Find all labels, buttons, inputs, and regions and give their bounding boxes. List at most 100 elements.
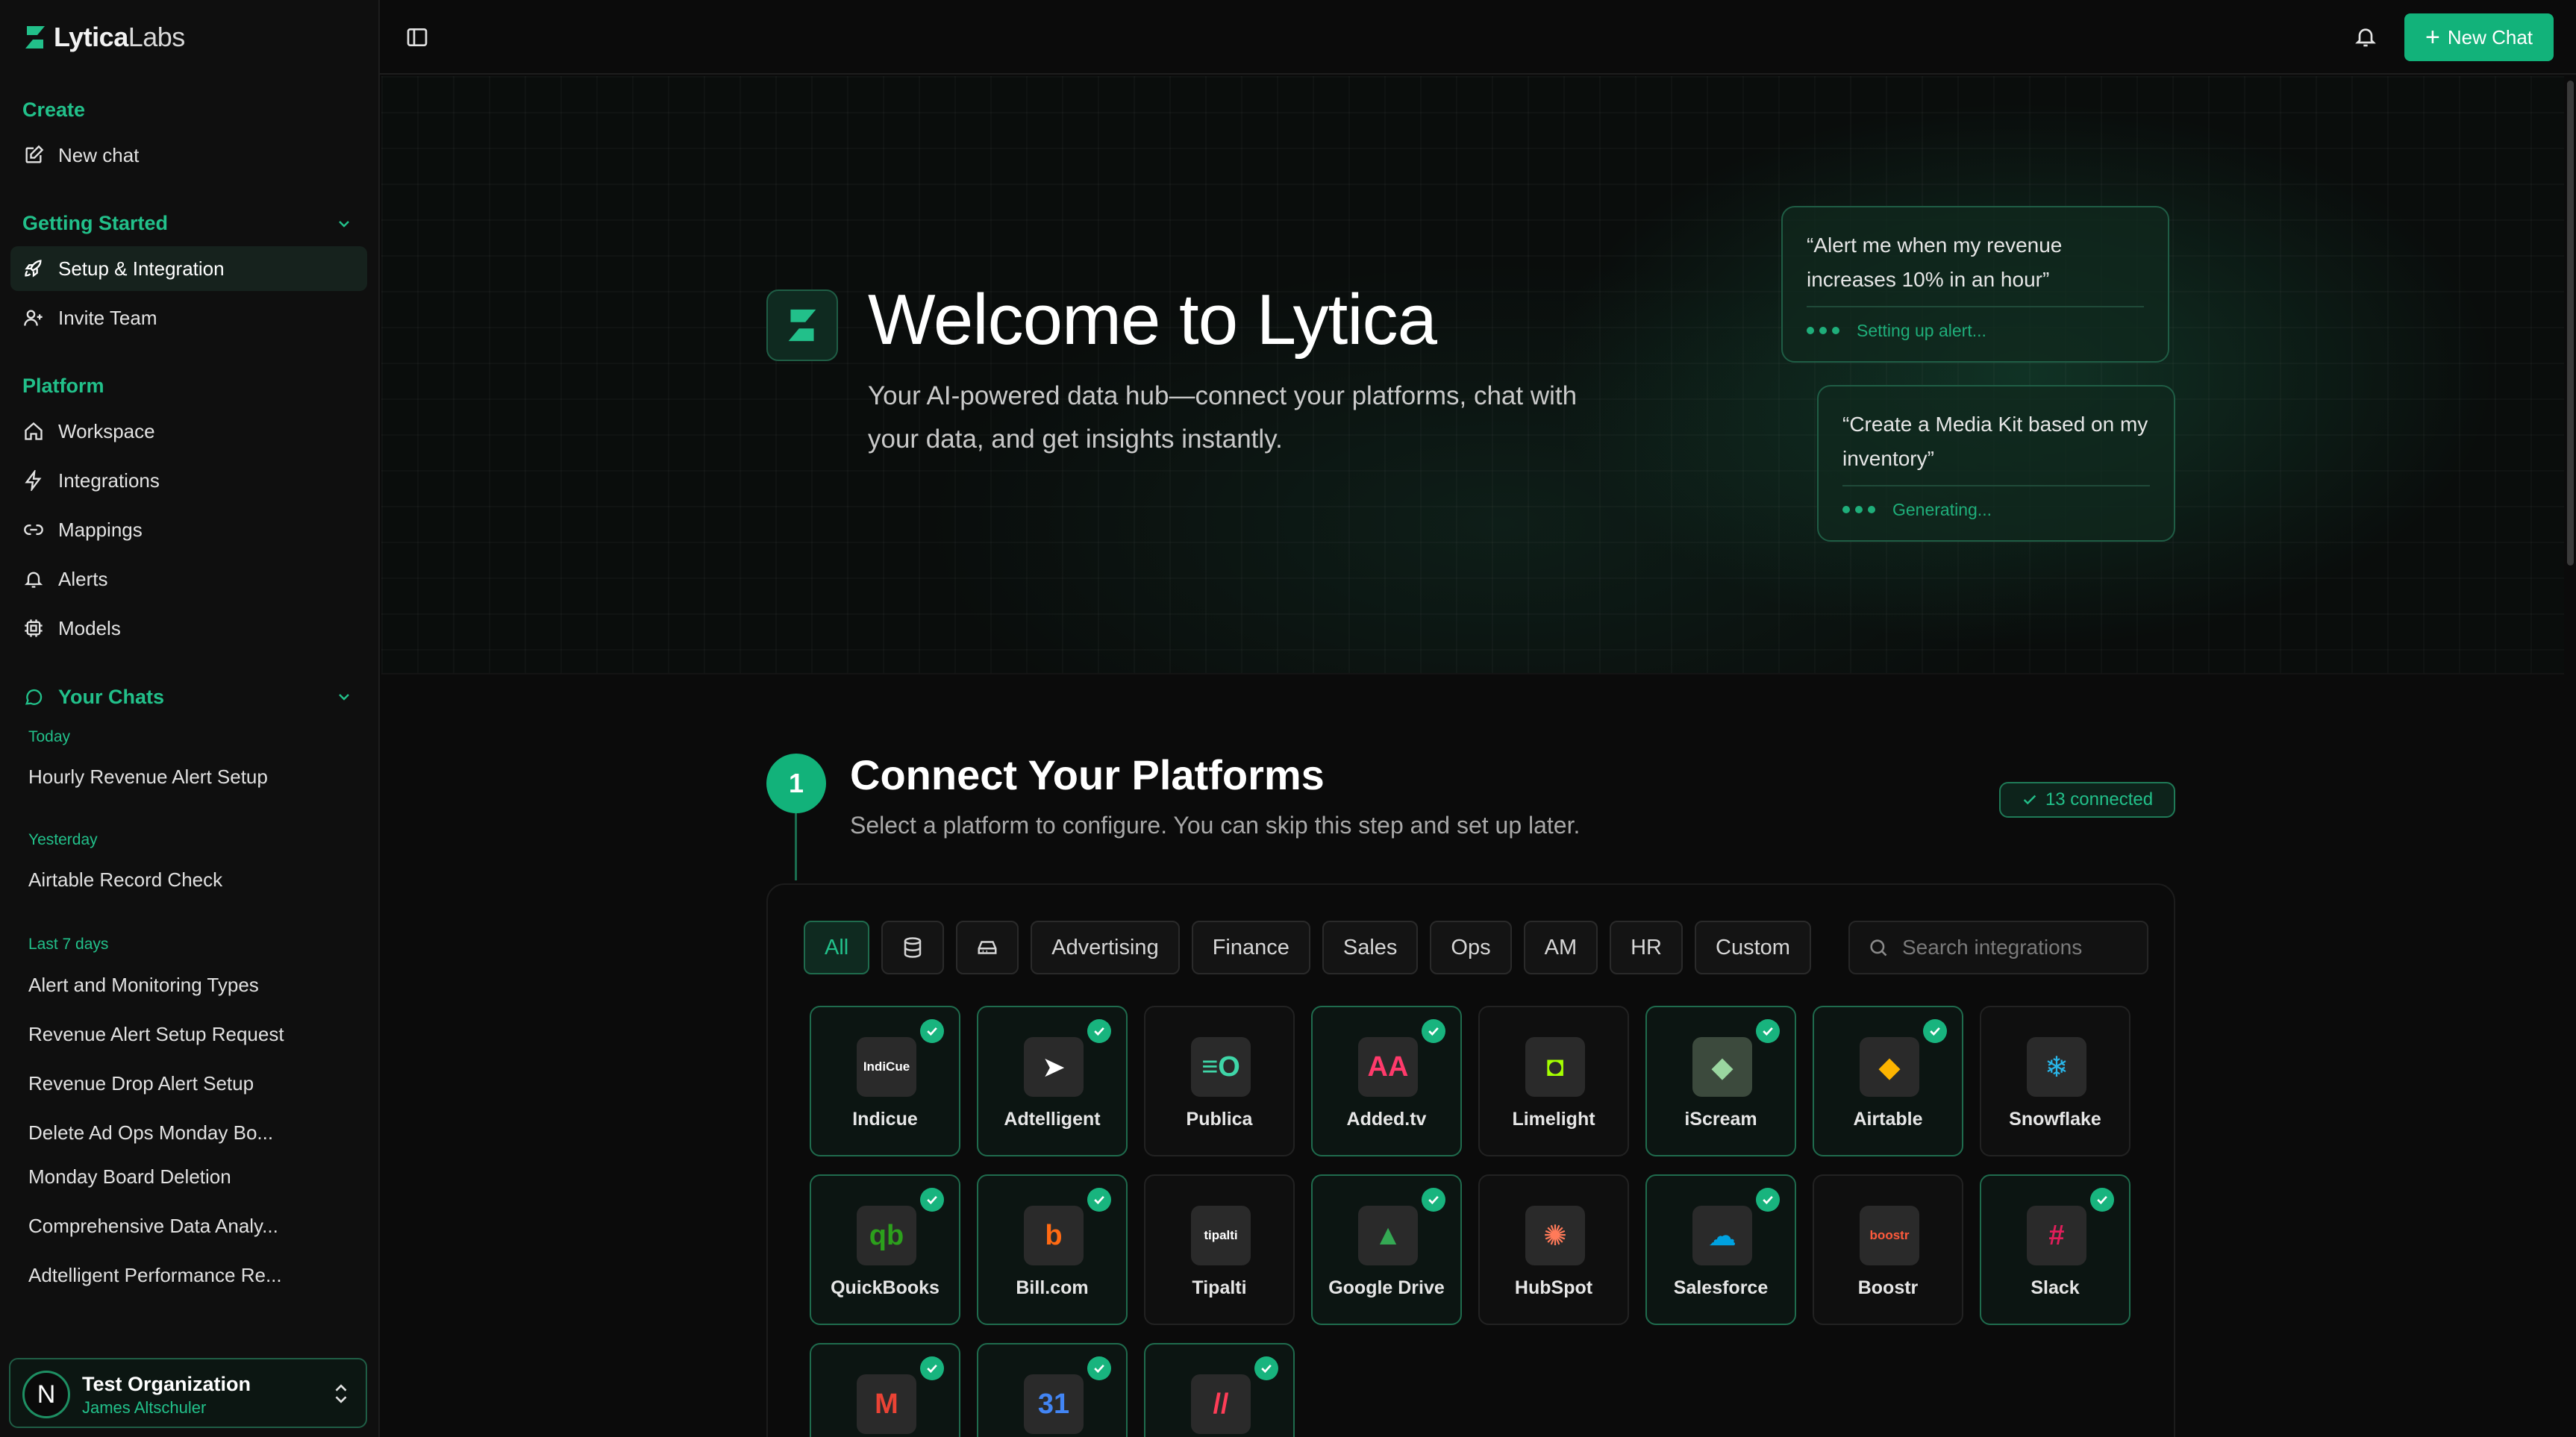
filter-finance[interactable]: Finance <box>1191 921 1310 974</box>
avatar: N <box>22 1371 70 1418</box>
rocket-icon <box>22 257 45 280</box>
filter-sales[interactable]: Sales <box>1322 921 1419 974</box>
brand-name: LyticaLabs <box>54 22 185 52</box>
example-prompt-bubble: “Alert me when my revenue increases 10% … <box>1781 206 2169 363</box>
user-plus-icon <box>22 307 45 329</box>
filter-database[interactable] <box>881 921 945 974</box>
integration-tile[interactable]: qb QuickBooks <box>810 1174 960 1325</box>
new-chat-button-label: New Chat <box>2447 25 2533 48</box>
chat-item[interactable]: Revenue Alert Setup Request <box>28 1023 284 1046</box>
notifications-bell-icon[interactable] <box>2354 24 2378 49</box>
integration-tile[interactable]: # Slack <box>1980 1174 2130 1325</box>
getting-started-heading[interactable]: Getting Started <box>22 212 168 235</box>
main-content: Welcome to Lytica Your AI-powered data h… <box>381 76 2564 1437</box>
database-icon <box>904 937 922 958</box>
your-chats-label: Your Chats <box>58 685 165 708</box>
chat-item[interactable]: Delete Ad Ops Monday Bo... <box>28 1121 273 1145</box>
chat-item[interactable]: Airtable Record Check <box>28 868 222 892</box>
check-icon <box>2023 795 2036 805</box>
your-chats-heading[interactable]: Your Chats <box>10 674 367 719</box>
integration-tile[interactable]: ❄ Snowflake <box>1980 1006 2130 1156</box>
integrations-panel: All Advertising Finance Sales Ops AM HR … <box>766 883 2175 1437</box>
chat-item[interactable]: Monday Board Deletion <box>28 1165 231 1189</box>
app-logo[interactable]: LyticaLabs <box>22 19 185 55</box>
connected-check-icon <box>1923 1019 1947 1043</box>
integration-tile[interactable]: ◆ iScream <box>1645 1006 1796 1156</box>
chat-item[interactable]: Comprehensive Data Analy... <box>28 1215 278 1238</box>
integration-tile[interactable]: 31 <box>977 1343 1128 1437</box>
example-prompt-bubble: “Create a Media Kit based on my inventor… <box>1817 385 2175 542</box>
sidebar-item-models[interactable]: Models <box>10 606 367 651</box>
filter-ops[interactable]: Ops <box>1430 921 1512 974</box>
sidebar-item-mappings[interactable]: Mappings <box>10 507 367 552</box>
integration-tile[interactable]: ✺ HubSpot <box>1478 1174 1629 1325</box>
organization-switcher[interactable]: N Test Organization James Altschuler <box>9 1358 367 1428</box>
connected-check-icon <box>920 1019 944 1043</box>
chip-icon <box>22 617 45 639</box>
sidebar-item-setup-integration[interactable]: Setup & Integration <box>10 246 367 291</box>
integration-tile[interactable]: M <box>810 1343 960 1437</box>
storage-drive-icon <box>978 941 997 954</box>
filter-advertising[interactable]: Advertising <box>1031 921 1180 974</box>
integration-logo: ◆ <box>1860 1037 1919 1097</box>
status-text: Setting up alert... <box>1857 320 1986 340</box>
connected-check-icon <box>920 1188 944 1212</box>
integration-logo: boostr <box>1860 1206 1919 1265</box>
integration-tile[interactable]: ≡O Publica <box>1144 1006 1295 1156</box>
sidebar-item-workspace[interactable]: Workspace <box>10 409 367 454</box>
filter-am[interactable]: AM <box>1523 921 1598 974</box>
sidebar-item-label: Alerts <box>58 567 108 590</box>
integration-name: Slack <box>2031 1277 2080 1298</box>
sidebar-toggle-icon[interactable] <box>405 25 429 49</box>
integration-tile[interactable]: ◆ Airtable <box>1813 1006 1963 1156</box>
chat-item[interactable]: Hourly Revenue Alert Setup <box>28 766 268 789</box>
integration-tile[interactable]: tipalti Tipalti <box>1144 1174 1295 1325</box>
connected-check-icon <box>1087 1019 1111 1043</box>
sidebar-item-invite-team[interactable]: Invite Team <box>10 295 367 340</box>
example-prompt-text: “Alert me when my revenue increases 10% … <box>1807 234 2063 291</box>
integration-tile[interactable]: AA Added.tv <box>1311 1006 1462 1156</box>
chat-item[interactable]: Alert and Monitoring Types <box>28 974 259 997</box>
integration-tile[interactable]: ➤ Adtelligent <box>977 1006 1128 1156</box>
integration-tile[interactable]: ▲ Google Drive <box>1311 1174 1462 1325</box>
integration-tile[interactable]: boostr Boostr <box>1813 1174 1963 1325</box>
sidebar-item-label: Integrations <box>58 469 160 492</box>
integration-tile[interactable]: // <box>1144 1343 1295 1437</box>
integration-logo: ➤ <box>1024 1037 1084 1097</box>
sidebar-item-new-chat[interactable]: New chat <box>10 133 367 178</box>
chevron-down-icon[interactable] <box>335 215 353 233</box>
filter-storage[interactable] <box>956 921 1019 974</box>
filter-custom[interactable]: Custom <box>1695 921 1811 974</box>
integration-logo: ❄ <box>2027 1037 2086 1097</box>
integration-name: iScream <box>1684 1109 1757 1130</box>
bell-icon <box>22 568 45 590</box>
integration-tile[interactable]: ◘ Limelight <box>1478 1006 1629 1156</box>
integration-logo: qb <box>857 1206 916 1265</box>
integration-name: Salesforce <box>1673 1277 1769 1298</box>
connected-check-icon <box>1087 1356 1111 1380</box>
filter-all[interactable]: All <box>804 921 870 974</box>
integration-name: Tipalti <box>1192 1277 1247 1298</box>
chat-item[interactable]: Revenue Drop Alert Setup <box>28 1072 254 1095</box>
chevron-down-icon[interactable] <box>335 688 353 706</box>
scrollbar-thumb[interactable] <box>2567 81 2574 566</box>
section-subtitle: Select a platform to configure. You can … <box>850 812 1581 839</box>
connected-count-badge: 13 connected <box>1999 782 2175 818</box>
filter-hr[interactable]: HR <box>1610 921 1683 974</box>
search-input[interactable] <box>1902 936 2141 959</box>
integration-name: Publica <box>1186 1109 1253 1130</box>
integration-tile[interactable]: IndiCue Indicue <box>810 1006 960 1156</box>
chat-item[interactable]: Adtelligent Performance Re... <box>28 1264 282 1287</box>
new-chat-button[interactable]: + New Chat <box>2404 13 2554 61</box>
integration-name: Snowflake <box>2009 1109 2101 1130</box>
integration-logo: IndiCue <box>857 1037 916 1097</box>
connected-check-icon <box>1756 1019 1780 1043</box>
integration-tile[interactable]: b Bill.com <box>977 1174 1128 1325</box>
step-connector-line <box>795 813 797 880</box>
integration-search[interactable] <box>1848 921 2148 974</box>
sidebar-item-alerts[interactable]: Alerts <box>10 557 367 601</box>
sidebar-item-integrations[interactable]: Integrations <box>10 458 367 503</box>
chat-bubble-icon <box>22 686 45 708</box>
integration-logo: ◆ <box>1692 1037 1752 1097</box>
integration-tile[interactable]: ☁ Salesforce <box>1645 1174 1796 1325</box>
